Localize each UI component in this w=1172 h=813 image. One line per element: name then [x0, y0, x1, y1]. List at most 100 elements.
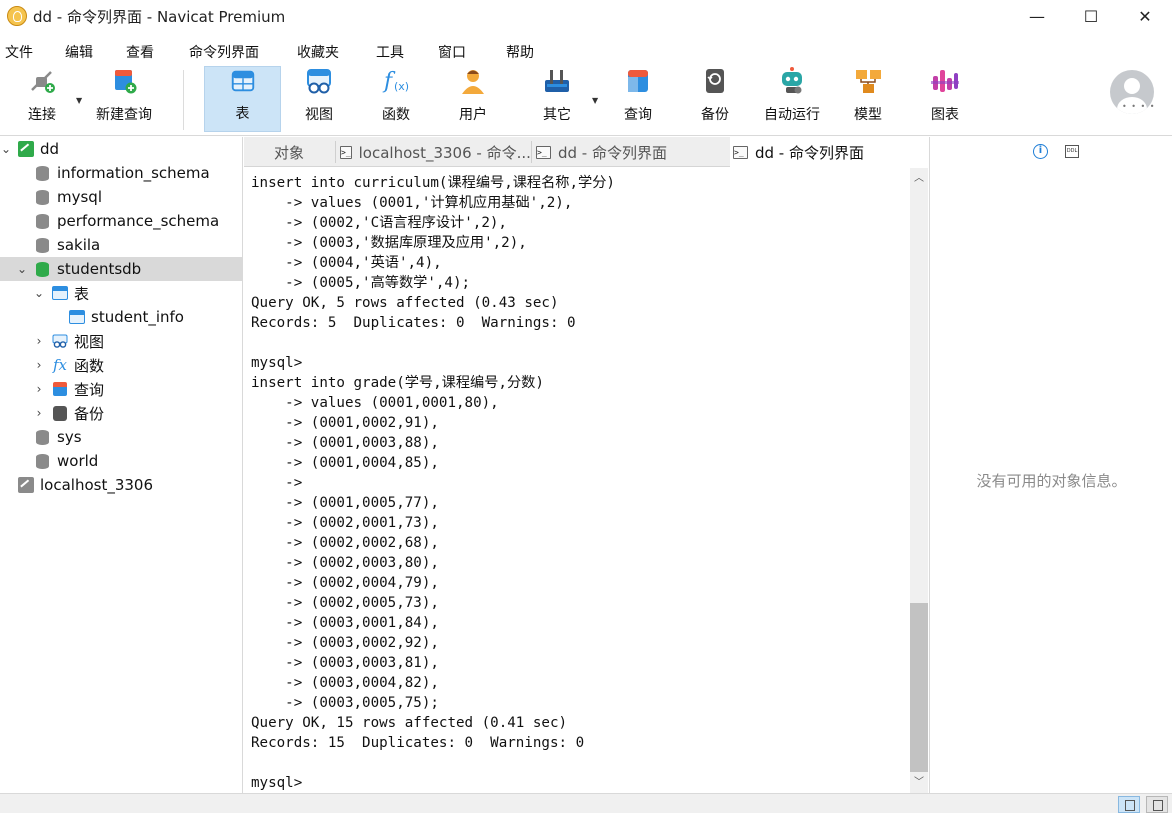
toolbar-separator	[183, 70, 184, 130]
menu-file[interactable]: 文件	[5, 42, 33, 62]
query-button[interactable]: 查询	[608, 66, 668, 132]
tree-label: sys	[57, 428, 82, 446]
navigation-tree: ⌄ dd information_schema mysql performanc…	[0, 137, 243, 793]
chevron-right-icon[interactable]: ›	[33, 358, 45, 372]
other-dropdown-icon[interactable]: ▼	[592, 96, 598, 105]
console-line: -> (0002,0005,73),	[251, 595, 439, 611]
table-icon	[69, 310, 85, 324]
tree-connection-dd[interactable]: ⌄ dd	[0, 137, 242, 161]
tree-db-studentsdb[interactable]: ⌄ studentsdb	[0, 257, 242, 281]
tab-dd-console-1[interactable]: >_ dd - 命令列界面	[533, 137, 729, 167]
chevron-right-icon[interactable]: ›	[33, 382, 45, 396]
tree-group-functions[interactable]: › fx 函数	[0, 353, 242, 377]
function-button[interactable]: f (x) 函数	[366, 66, 426, 132]
menu-bar: 文件 编辑 查看 命令列界面 收藏夹 工具 窗口 帮助	[0, 36, 1172, 66]
backup-label: 备份	[701, 107, 729, 123]
scroll-up-icon[interactable]: ︿	[910, 170, 928, 188]
console-line: Records: 15 Duplicates: 0 Warnings: 0	[251, 735, 585, 751]
layout-right-panel-icon[interactable]	[1146, 796, 1168, 813]
chevron-down-icon[interactable]: ⌄	[16, 262, 28, 276]
tree-group-tables[interactable]: ⌄ 表	[0, 281, 242, 305]
object-info-panel: i DDL 没有可用的对象信息。	[929, 137, 1172, 793]
table-button[interactable]: 表	[204, 66, 281, 132]
console-line: -> (0002,'C语言程序设计',2),	[251, 215, 507, 231]
menu-console[interactable]: 命令列界面	[189, 42, 259, 62]
tab-localhost-console[interactable]: >_ localhost_3306 - 命令...	[337, 137, 530, 167]
tree-label: 查询	[74, 380, 105, 399]
console-line: -> values (0001,0001,80),	[251, 395, 499, 411]
tree-db-sys[interactable]: sys	[0, 425, 242, 449]
tree-label: world	[57, 452, 99, 470]
chevron-right-icon[interactable]: ›	[33, 334, 45, 348]
tab-separator	[531, 141, 532, 163]
automation-label: 自动运行	[764, 107, 820, 123]
ddl-icon[interactable]: DDL	[1065, 145, 1079, 158]
chart-icon	[931, 70, 959, 92]
tree-group-views[interactable]: › 视图	[0, 329, 242, 353]
menu-tools[interactable]: 工具	[376, 42, 404, 62]
tab-label: dd - 命令列界面	[558, 143, 667, 162]
console-line: -> (0002,0002,68),	[251, 535, 439, 551]
backup-icon	[706, 69, 724, 93]
menu-view[interactable]: 查看	[126, 42, 154, 62]
database-active-icon	[36, 261, 49, 277]
terminal-icon: >_	[340, 145, 352, 159]
tab-separator	[335, 141, 336, 163]
connect-dropdown-icon[interactable]: ▼	[76, 96, 82, 105]
connect-button[interactable]: 连接	[14, 66, 70, 132]
layout-left-panel-icon[interactable]	[1118, 796, 1140, 813]
console-line: -> values (0001,'计算机应用基础',2),	[251, 195, 573, 211]
console-line: -> (0002,0001,73),	[251, 515, 439, 531]
automation-button[interactable]: 自动运行	[758, 66, 826, 132]
table-icon	[52, 286, 68, 300]
tree-db-performance-schema[interactable]: performance_schema	[0, 209, 242, 233]
user-icon	[462, 70, 484, 94]
tree-label: 备份	[74, 404, 105, 423]
console-line: mysql>	[251, 355, 303, 371]
close-button[interactable]: ✕	[1118, 0, 1172, 32]
console-line: -> (0003,0002,92),	[251, 635, 439, 651]
tree-group-backups[interactable]: › 备份	[0, 401, 242, 425]
connection-icon	[18, 477, 34, 493]
tree-db-information-schema[interactable]: information_schema	[0, 161, 242, 185]
view-button[interactable]: 视图	[289, 66, 349, 132]
tab-dd-console-active[interactable]: >_ dd - 命令列界面	[730, 137, 929, 167]
tree-connection-localhost[interactable]: localhost_3306	[0, 473, 242, 497]
tab-objects[interactable]: 对象	[244, 137, 334, 167]
tree-db-mysql[interactable]: mysql	[0, 185, 242, 209]
console-line: -> (0003,0005,75);	[251, 695, 439, 711]
scrollbar-thumb[interactable]	[910, 603, 928, 772]
console-line: -> (0001,0002,91),	[251, 415, 439, 431]
menu-favorites[interactable]: 收藏夹	[297, 42, 339, 62]
tree-label: dd	[40, 140, 60, 158]
console-scrollbar[interactable]: ︿ ﹀	[910, 168, 928, 793]
tree-label: information_schema	[57, 164, 210, 182]
backup-button[interactable]: 备份	[685, 66, 745, 132]
chevron-down-icon[interactable]: ⌄	[33, 286, 45, 300]
tree-table-student-info[interactable]: student_info	[0, 305, 242, 329]
terminal-icon: >_	[536, 145, 551, 159]
minimize-button[interactable]: —	[1010, 0, 1064, 32]
chevron-down-icon[interactable]: ⌄	[0, 142, 12, 156]
chevron-right-icon[interactable]: ›	[33, 406, 45, 420]
new-query-button[interactable]: 新建查询	[90, 66, 158, 132]
tree-db-world[interactable]: world	[0, 449, 242, 473]
avatar-status-icon: • • • •	[1122, 102, 1156, 111]
info-icon[interactable]: i	[1033, 144, 1048, 159]
menu-help[interactable]: 帮助	[506, 42, 534, 62]
menu-window[interactable]: 窗口	[438, 42, 466, 62]
chart-button[interactable]: 图表	[915, 66, 975, 132]
model-button[interactable]: 模型	[838, 66, 898, 132]
scroll-down-icon[interactable]: ﹀	[910, 774, 928, 792]
maximize-button[interactable]: ☐	[1064, 0, 1118, 32]
other-button[interactable]: 其它	[527, 66, 587, 132]
tree-group-queries[interactable]: › 查询	[0, 377, 242, 401]
console-output[interactable]: insert into curriculum(课程编号,课程名称,学分) -> …	[244, 168, 910, 793]
model-label: 模型	[854, 107, 882, 123]
menu-edit[interactable]: 编辑	[65, 42, 93, 62]
console-lines: insert into curriculum(课程编号,课程名称,学分) -> …	[251, 173, 615, 793]
table-label: 表	[235, 106, 250, 122]
user-button[interactable]: 用户	[443, 66, 503, 132]
query-label: 查询	[624, 107, 652, 123]
tree-db-sakila[interactable]: sakila	[0, 233, 242, 257]
